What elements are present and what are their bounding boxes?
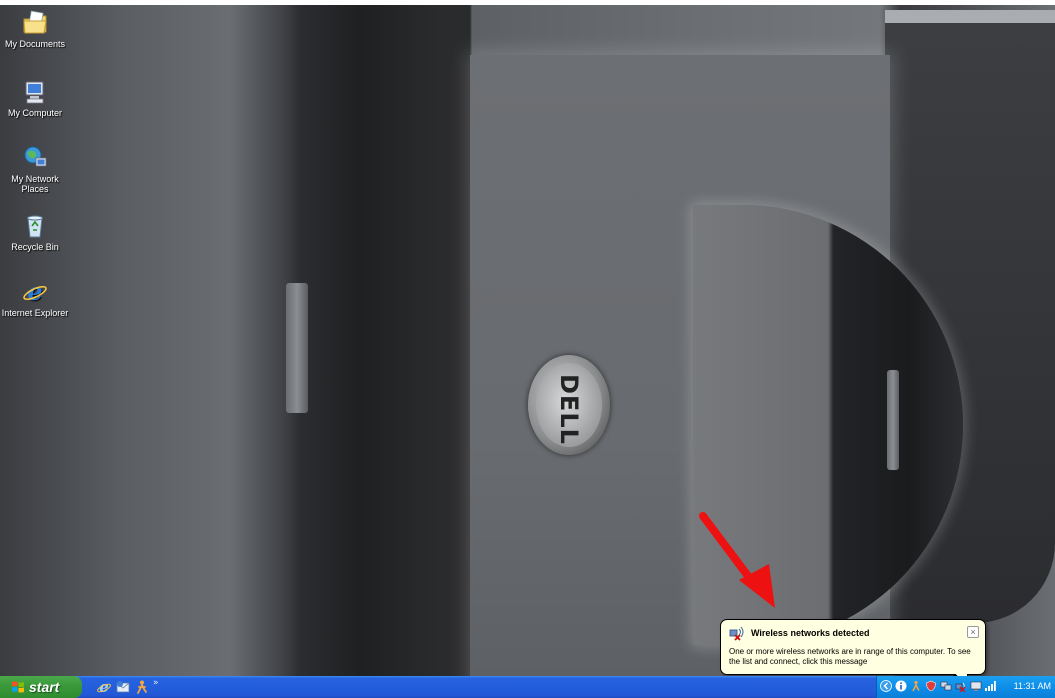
dell-logo: DELL — [528, 355, 610, 455]
recycle-bin-icon — [27, 215, 43, 238]
desktop-icon-my-computer[interactable]: My Computer — [1, 78, 69, 118]
start-button[interactable]: start — [0, 676, 82, 698]
windows-flag-icon — [12, 681, 24, 693]
my-computer-icon — [25, 81, 44, 104]
network-places-icon — [24, 146, 47, 167]
signal-strength-icon[interactable] — [984, 680, 996, 692]
internet-explorer-icon: e — [23, 278, 47, 306]
wireless-networks-balloon[interactable]: Wireless networks detected × One or more… — [720, 619, 986, 692]
desktop-icon-label: My Network Places — [11, 174, 59, 194]
internet-explorer-icon[interactable]: e — [96, 679, 112, 695]
desktop: DELL My Documents My Computer My Network… — [0, 0, 1055, 698]
balloon-close-button[interactable]: × — [967, 626, 979, 638]
network-icon[interactable] — [940, 680, 952, 692]
clock[interactable]: 11:31 AM — [1014, 681, 1051, 691]
show-hidden-icons-arrow[interactable] — [880, 680, 892, 692]
desktop-icon-my-documents[interactable]: My Documents — [1, 9, 69, 49]
wireless-network-icon — [729, 627, 744, 641]
red-arrow-annotation — [699, 512, 775, 608]
info-icon[interactable] — [895, 680, 907, 692]
desktop-icon-label: Recycle Bin — [11, 242, 59, 252]
desktop-icon-label: My Documents — [4, 39, 66, 49]
my-documents-folder-icon — [23, 10, 47, 34]
desktop-icon-label: Internet Explorer — [1, 308, 69, 318]
wallpaper-hinge-left — [286, 283, 308, 413]
wallpaper-top-bar — [885, 10, 1055, 24]
security-shield-icon[interactable] — [925, 680, 937, 692]
desktop-icon-internet-explorer[interactable]: e Internet Explorer — [1, 278, 69, 318]
desktop-icon-label: My Computer — [7, 108, 62, 118]
balloon-title: Wireless networks detected — [751, 628, 870, 638]
quick-launch-more[interactable]: » — [153, 678, 159, 688]
taskbar: start e » 11:31 AM — [0, 676, 1055, 698]
wallpaper-hinge-right — [887, 370, 899, 470]
desktop-icon-recycle-bin[interactable]: Recycle Bin — [1, 212, 69, 252]
messenger-tray-icon[interactable] — [910, 680, 922, 692]
outlook-express-icon[interactable] — [115, 679, 131, 695]
desktop-icon-my-network-places[interactable]: My Network Places — [1, 144, 69, 194]
wireless-icon[interactable] — [955, 680, 967, 692]
system-tray: 11:31 AM — [876, 676, 1055, 698]
dell-logo-text: DELL — [555, 374, 583, 445]
start-label: start — [29, 679, 60, 695]
balloon-message[interactable]: One or more wireless networks are in ran… — [729, 647, 981, 667]
msn-messenger-icon[interactable] — [134, 679, 150, 695]
display-icon[interactable] — [970, 680, 982, 692]
